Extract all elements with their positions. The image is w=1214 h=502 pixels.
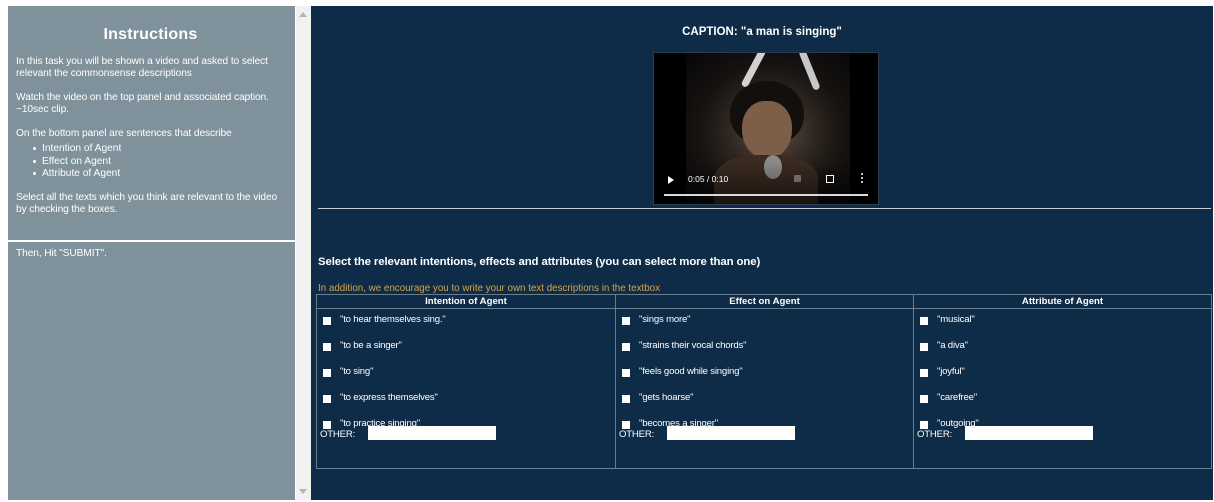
- option-checkbox[interactable]: [323, 369, 331, 377]
- stage-light: [798, 53, 821, 91]
- singer-face: [742, 101, 792, 159]
- section-divider: [318, 208, 1211, 209]
- option-label: "a diva": [937, 340, 968, 351]
- other-intention-input[interactable]: [368, 426, 496, 440]
- option-label: "musical": [937, 314, 975, 325]
- option-row[interactable]: "to sing": [317, 361, 615, 387]
- option-checkbox[interactable]: [323, 343, 331, 351]
- instructions-list-item: Effect on Agent: [33, 156, 285, 169]
- video-player[interactable]: 0:05 / 0:10: [653, 52, 879, 205]
- instructions-paragraph-1: In this task you will be shown a video a…: [16, 56, 268, 79]
- option-row[interactable]: "feels good while singing": [616, 361, 913, 387]
- option-checkbox[interactable]: [622, 395, 630, 403]
- option-row[interactable]: "carefree": [914, 387, 1211, 413]
- other-effect-input[interactable]: [667, 426, 795, 440]
- option-label: "to express themselves": [340, 392, 438, 403]
- attribute-column: Attribute of Agent "musical" "a diva" "j…: [913, 294, 1212, 469]
- instructions-paragraph-5: Then, Hit "SUBMIT".: [16, 248, 107, 259]
- option-checkbox[interactable]: [323, 395, 331, 403]
- instructions-paragraph-4: Select all the texts which you think are…: [16, 191, 278, 215]
- option-row[interactable]: "a diva": [914, 335, 1211, 361]
- column-header: Effect on Agent: [616, 295, 913, 309]
- encourage-text: In addition, we encourage you to write y…: [318, 283, 660, 294]
- option-label: "feels good while singing": [639, 366, 743, 377]
- option-row[interactable]: "musical": [914, 309, 1211, 335]
- option-checkbox[interactable]: [920, 369, 928, 377]
- other-label: OTHER:: [917, 429, 953, 440]
- effect-column: Effect on Agent "sings more" "strains th…: [615, 294, 914, 469]
- fullscreen-icon[interactable]: [826, 175, 834, 183]
- scroll-down-arrow-icon[interactable]: [299, 489, 307, 494]
- task-panel: CAPTION: "a man is singing" 0:05 / 0:10 …: [311, 6, 1213, 500]
- play-icon[interactable]: [668, 176, 674, 184]
- scroll-up-arrow-icon[interactable]: [299, 12, 307, 17]
- option-label: "to hear themselves sing.": [340, 314, 446, 325]
- instructions-paragraph-2: Watch the video on the top panel and ass…: [16, 92, 269, 115]
- column-header: Attribute of Agent: [914, 295, 1211, 309]
- option-label: "carefree": [937, 392, 978, 403]
- other-attribute-input[interactable]: [965, 426, 1093, 440]
- more-options-icon[interactable]: [861, 173, 864, 184]
- other-label: OTHER:: [619, 429, 655, 440]
- option-row[interactable]: "to hear themselves sing.": [317, 309, 615, 335]
- instructions-footer: Then, Hit "SUBMIT".: [8, 242, 295, 266]
- option-row[interactable]: "gets hoarse": [616, 387, 913, 413]
- options-table: Intention of Agent "to hear themselves s…: [316, 294, 1212, 469]
- option-row[interactable]: "to be a singer": [317, 335, 615, 361]
- option-checkbox[interactable]: [920, 395, 928, 403]
- instructions-list-item: Intention of Agent: [33, 143, 285, 156]
- video-time: 0:05 / 0:10: [688, 174, 729, 184]
- instructions-paragraph-3: On the bottom panel are sentences that d…: [16, 128, 232, 139]
- instructions-title: Instructions: [103, 26, 198, 43]
- option-checkbox[interactable]: [920, 343, 928, 351]
- option-checkbox[interactable]: [323, 421, 331, 429]
- volume-icon[interactable]: [794, 175, 801, 182]
- instructions-content: Instructions In this task you will be sh…: [8, 6, 295, 240]
- column-header: Intention of Agent: [317, 295, 615, 309]
- select-heading: Select the relevant intentions, effects …: [318, 256, 761, 268]
- option-checkbox[interactable]: [622, 343, 630, 351]
- option-checkbox[interactable]: [622, 421, 630, 429]
- option-checkbox[interactable]: [323, 317, 331, 325]
- option-row[interactable]: "sings more": [616, 309, 913, 335]
- option-row[interactable]: "joyful": [914, 361, 1211, 387]
- instructions-list-item: Attribute of Agent: [33, 168, 285, 181]
- video-controls: 0:05 / 0:10: [654, 162, 878, 204]
- option-checkbox[interactable]: [920, 421, 928, 429]
- option-label: "strains their vocal chords": [639, 340, 747, 351]
- option-label: "joyful": [937, 366, 965, 377]
- instructions-panel: Instructions In this task you will be sh…: [8, 6, 295, 500]
- video-progress-bar[interactable]: [664, 194, 868, 196]
- option-label: "sings more": [639, 314, 691, 325]
- intention-column: Intention of Agent "to hear themselves s…: [316, 294, 616, 469]
- instructions-list: Intention of Agent Effect on Agent Attri…: [16, 143, 285, 181]
- option-checkbox[interactable]: [920, 317, 928, 325]
- option-row[interactable]: "strains their vocal chords": [616, 335, 913, 361]
- option-label: "gets hoarse": [639, 392, 694, 403]
- option-checkbox[interactable]: [622, 369, 630, 377]
- option-label: "to sing": [340, 366, 374, 377]
- other-label: OTHER:: [320, 429, 356, 440]
- option-label: "to be a singer": [340, 340, 402, 351]
- sidebar-scrollbar[interactable]: [296, 6, 311, 500]
- option-checkbox[interactable]: [622, 317, 630, 325]
- option-row[interactable]: "to express themselves": [317, 387, 615, 413]
- video-caption: CAPTION: "a man is singing": [682, 26, 842, 38]
